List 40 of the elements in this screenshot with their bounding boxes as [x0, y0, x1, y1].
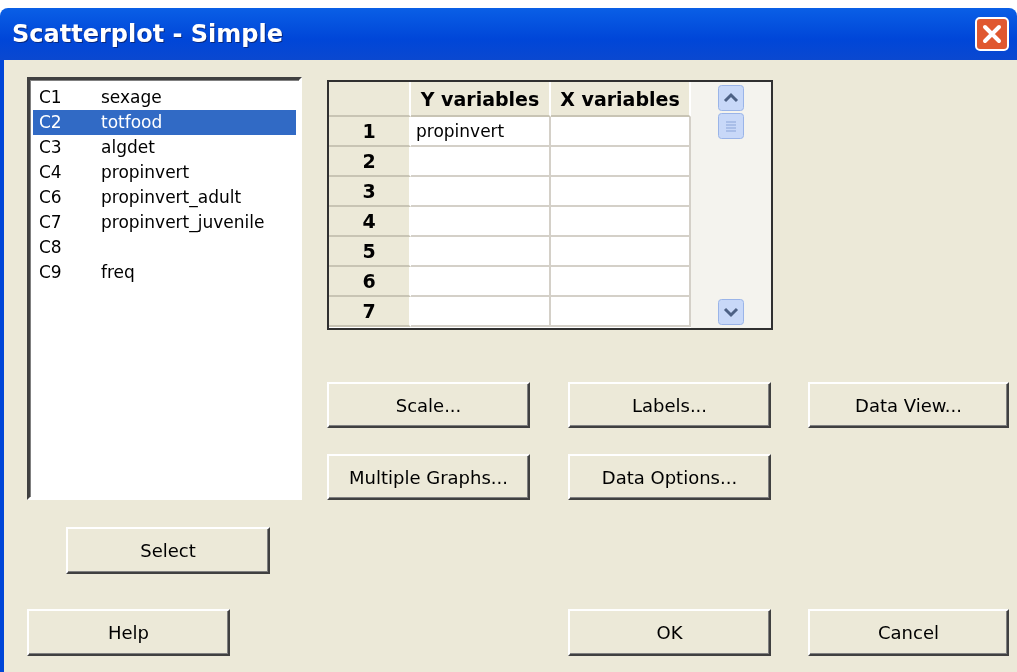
row-header: 2	[329, 147, 411, 177]
variable-item[interactable]: C4 propinvert	[33, 160, 296, 185]
dialog-button[interactable]: Cancel	[808, 609, 1009, 656]
option-button[interactable]: Multiple Graphs...	[327, 454, 530, 500]
variable-item[interactable]: C3 algdet	[33, 135, 296, 160]
variable-item[interactable]: C8	[33, 235, 296, 260]
scrollbar[interactable]	[691, 82, 771, 328]
option-button[interactable]: Data View...	[808, 382, 1009, 428]
variable-item[interactable]: C7 propinvert_juvenile	[33, 210, 296, 235]
option-button[interactable]: Labels...	[568, 382, 771, 428]
table-cell[interactable]	[411, 177, 551, 207]
variable-item[interactable]: C9 freq	[33, 260, 296, 285]
variable-item[interactable]: C2 totfood	[33, 110, 296, 135]
scroll-down-icon[interactable]	[718, 299, 744, 325]
window-title: Scatterplot - Simple	[12, 20, 283, 48]
row-header: 6	[329, 267, 411, 297]
table-cell[interactable]	[411, 267, 551, 297]
table-cell[interactable]	[411, 297, 551, 327]
scroll-up-icon[interactable]	[718, 85, 744, 111]
table-cell[interactable]: propinvert	[411, 117, 551, 147]
option-button[interactable]: Scale...	[327, 382, 530, 428]
table-cell[interactable]	[411, 207, 551, 237]
row-header: 5	[329, 237, 411, 267]
table-cell[interactable]	[411, 237, 551, 267]
row-header: 4	[329, 207, 411, 237]
variable-item[interactable]: C6 propinvert_adult	[33, 185, 296, 210]
variable-item[interactable]: C1 sexage	[33, 85, 296, 110]
row-header: 7	[329, 297, 411, 327]
column-header: X variables	[551, 82, 691, 117]
table-cell[interactable]	[411, 147, 551, 177]
variable-list[interactable]: C1 sexage C2 totfood C3 algdet C4 propinvert C6 propinvert_adult C7 propinvert_juvenile C8 C9 freq	[27, 77, 302, 500]
dialog-button[interactable]: OK	[568, 609, 771, 656]
close-icon[interactable]	[975, 17, 1009, 51]
dialog-button[interactable]: Help	[27, 609, 230, 656]
row-header: 1	[329, 117, 411, 147]
select-button[interactable]: Select	[66, 527, 270, 574]
scroll-thumb[interactable]	[718, 113, 744, 139]
row-header: 3	[329, 177, 411, 207]
option-button[interactable]: Data Options...	[568, 454, 771, 500]
column-header: Y variables	[411, 82, 551, 117]
